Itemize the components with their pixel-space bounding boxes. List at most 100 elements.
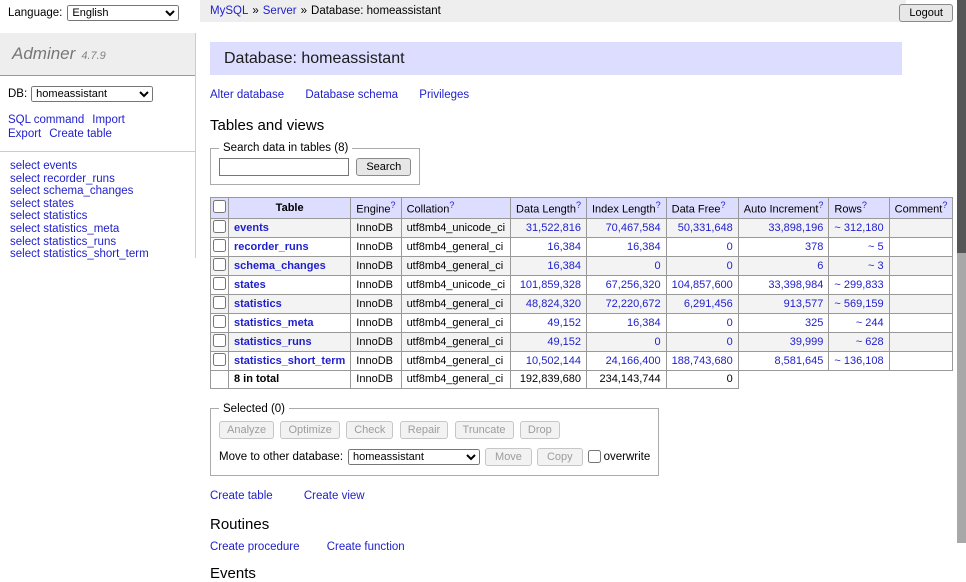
sidebar-item-select-statistics[interactable]: select statistics: [10, 210, 185, 223]
data-free-link[interactable]: 188,743,680: [672, 355, 733, 367]
data-length-link[interactable]: 31,522,816: [526, 222, 581, 234]
help-icon[interactable]: ?: [576, 200, 581, 210]
breadcrumb-server-link[interactable]: Server: [263, 5, 297, 17]
index-length-link[interactable]: 0: [655, 260, 661, 272]
create-function-link[interactable]: Create function: [327, 541, 405, 553]
data-free-link[interactable]: 0: [727, 336, 733, 348]
rows-count-link[interactable]: ~ 312,180: [834, 222, 883, 234]
index-length-link[interactable]: 24,166,400: [606, 355, 661, 367]
privileges-link[interactable]: Privileges: [419, 89, 469, 101]
help-icon[interactable]: ?: [721, 200, 726, 210]
rows-count-link[interactable]: ~ 569,159: [834, 298, 883, 310]
create-view-link[interactable]: Create view: [304, 490, 365, 502]
row-checkbox[interactable]: [213, 334, 226, 347]
rows-count-link[interactable]: ~ 628: [856, 336, 884, 348]
data-free-link[interactable]: 0: [727, 241, 733, 253]
create-procedure-link[interactable]: Create procedure: [210, 541, 300, 553]
language-select[interactable]: English: [67, 5, 179, 21]
alter-database-link[interactable]: Alter database: [210, 89, 284, 101]
rows-count-link[interactable]: ~ 3: [868, 260, 884, 272]
create-table-link-main[interactable]: Create table: [210, 490, 273, 502]
scrollbar-track[interactable]: [957, 0, 966, 543]
search-input[interactable]: [219, 158, 349, 176]
truncate-button[interactable]: Truncate: [455, 421, 514, 439]
select-all-checkbox[interactable]: [213, 200, 226, 213]
index-length-link[interactable]: 67,256,320: [606, 279, 661, 291]
row-checkbox[interactable]: [213, 220, 226, 233]
logout-button[interactable]: Logout: [899, 4, 953, 22]
auto-increment-link[interactable]: 33,398,984: [768, 279, 823, 291]
table-link[interactable]: statistics_meta: [234, 317, 314, 329]
table-link[interactable]: statistics_short_term: [234, 355, 345, 367]
sidebar-item-select-statistics-runs[interactable]: select statistics_runs: [10, 236, 185, 249]
data-free-link[interactable]: 6,291,456: [684, 298, 733, 310]
rows-count-link[interactable]: ~ 136,108: [834, 355, 883, 367]
db-select[interactable]: homeassistant: [31, 86, 153, 102]
data-length-link[interactable]: 49,152: [547, 317, 581, 329]
rows-count-link[interactable]: ~ 299,833: [834, 279, 883, 291]
auto-increment-link[interactable]: 378: [805, 241, 823, 253]
table-link[interactable]: schema_changes: [234, 260, 326, 272]
sidebar-item-select-states[interactable]: select states: [10, 198, 185, 211]
auto-increment-link[interactable]: 913,577: [784, 298, 824, 310]
sql-command-link[interactable]: SQL command: [8, 114, 84, 126]
move-database-select[interactable]: homeassistant: [348, 449, 480, 465]
import-link[interactable]: Import: [92, 114, 125, 126]
search-button[interactable]: Search: [356, 158, 411, 176]
auto-increment-link[interactable]: 325: [805, 317, 823, 329]
data-free-link[interactable]: 104,857,600: [672, 279, 733, 291]
data-free-link[interactable]: 50,331,648: [678, 222, 733, 234]
help-icon[interactable]: ?: [449, 200, 454, 210]
table-link[interactable]: statistics_runs: [234, 336, 312, 348]
row-checkbox[interactable]: [213, 296, 226, 309]
sidebar-item-select-recorder-runs[interactable]: select recorder_runs: [10, 173, 185, 186]
repair-button[interactable]: Repair: [400, 421, 448, 439]
rows-count-link[interactable]: ~ 244: [856, 317, 884, 329]
move-button[interactable]: Move: [485, 448, 532, 466]
data-length-link[interactable]: 101,859,328: [520, 279, 581, 291]
row-checkbox[interactable]: [213, 239, 226, 252]
data-length-link[interactable]: 48,824,320: [526, 298, 581, 310]
data-free-link[interactable]: 0: [727, 260, 733, 272]
data-length-link[interactable]: 49,152: [547, 336, 581, 348]
data-length-link[interactable]: 16,384: [547, 241, 581, 253]
scrollbar-thumb[interactable]: [957, 0, 966, 253]
data-free-link[interactable]: 0: [727, 317, 733, 329]
breadcrumb-mysql-link[interactable]: MySQL: [210, 5, 248, 17]
table-link[interactable]: statistics: [234, 298, 282, 310]
data-length-link[interactable]: 10,502,144: [526, 355, 581, 367]
table-link[interactable]: recorder_runs: [234, 241, 309, 253]
row-checkbox[interactable]: [213, 353, 226, 366]
database-schema-link[interactable]: Database schema: [305, 89, 398, 101]
row-checkbox[interactable]: [213, 258, 226, 271]
table-link[interactable]: events: [234, 222, 269, 234]
auto-increment-link[interactable]: 39,999: [790, 336, 824, 348]
help-icon[interactable]: ?: [818, 200, 823, 210]
help-icon[interactable]: ?: [656, 200, 661, 210]
create-table-link[interactable]: Create table: [49, 128, 112, 140]
optimize-button[interactable]: Optimize: [280, 421, 339, 439]
auto-increment-link[interactable]: 33,898,196: [768, 222, 823, 234]
sidebar-item-select-statistics-short-term[interactable]: select statistics_short_term: [10, 248, 185, 261]
row-checkbox[interactable]: [213, 315, 226, 328]
check-button[interactable]: Check: [346, 421, 393, 439]
auto-increment-link[interactable]: 8,581,645: [774, 355, 823, 367]
index-length-link[interactable]: 70,467,584: [606, 222, 661, 234]
overwrite-checkbox[interactable]: [588, 450, 601, 463]
index-length-link[interactable]: 72,220,672: [606, 298, 661, 310]
index-length-link[interactable]: 0: [655, 336, 661, 348]
row-checkbox[interactable]: [213, 277, 226, 290]
sidebar-item-select-events[interactable]: select events: [10, 160, 185, 173]
rows-count-link[interactable]: ~ 5: [868, 241, 884, 253]
data-length-link[interactable]: 16,384: [547, 260, 581, 272]
help-icon[interactable]: ?: [391, 200, 396, 210]
copy-button[interactable]: Copy: [537, 448, 583, 466]
help-icon[interactable]: ?: [942, 200, 947, 210]
help-icon[interactable]: ?: [862, 200, 867, 210]
sidebar-item-select-statistics-meta[interactable]: select statistics_meta: [10, 223, 185, 236]
export-link[interactable]: Export: [8, 128, 41, 140]
index-length-link[interactable]: 16,384: [627, 241, 661, 253]
table-link[interactable]: states: [234, 279, 266, 291]
drop-button[interactable]: Drop: [520, 421, 560, 439]
index-length-link[interactable]: 16,384: [627, 317, 661, 329]
